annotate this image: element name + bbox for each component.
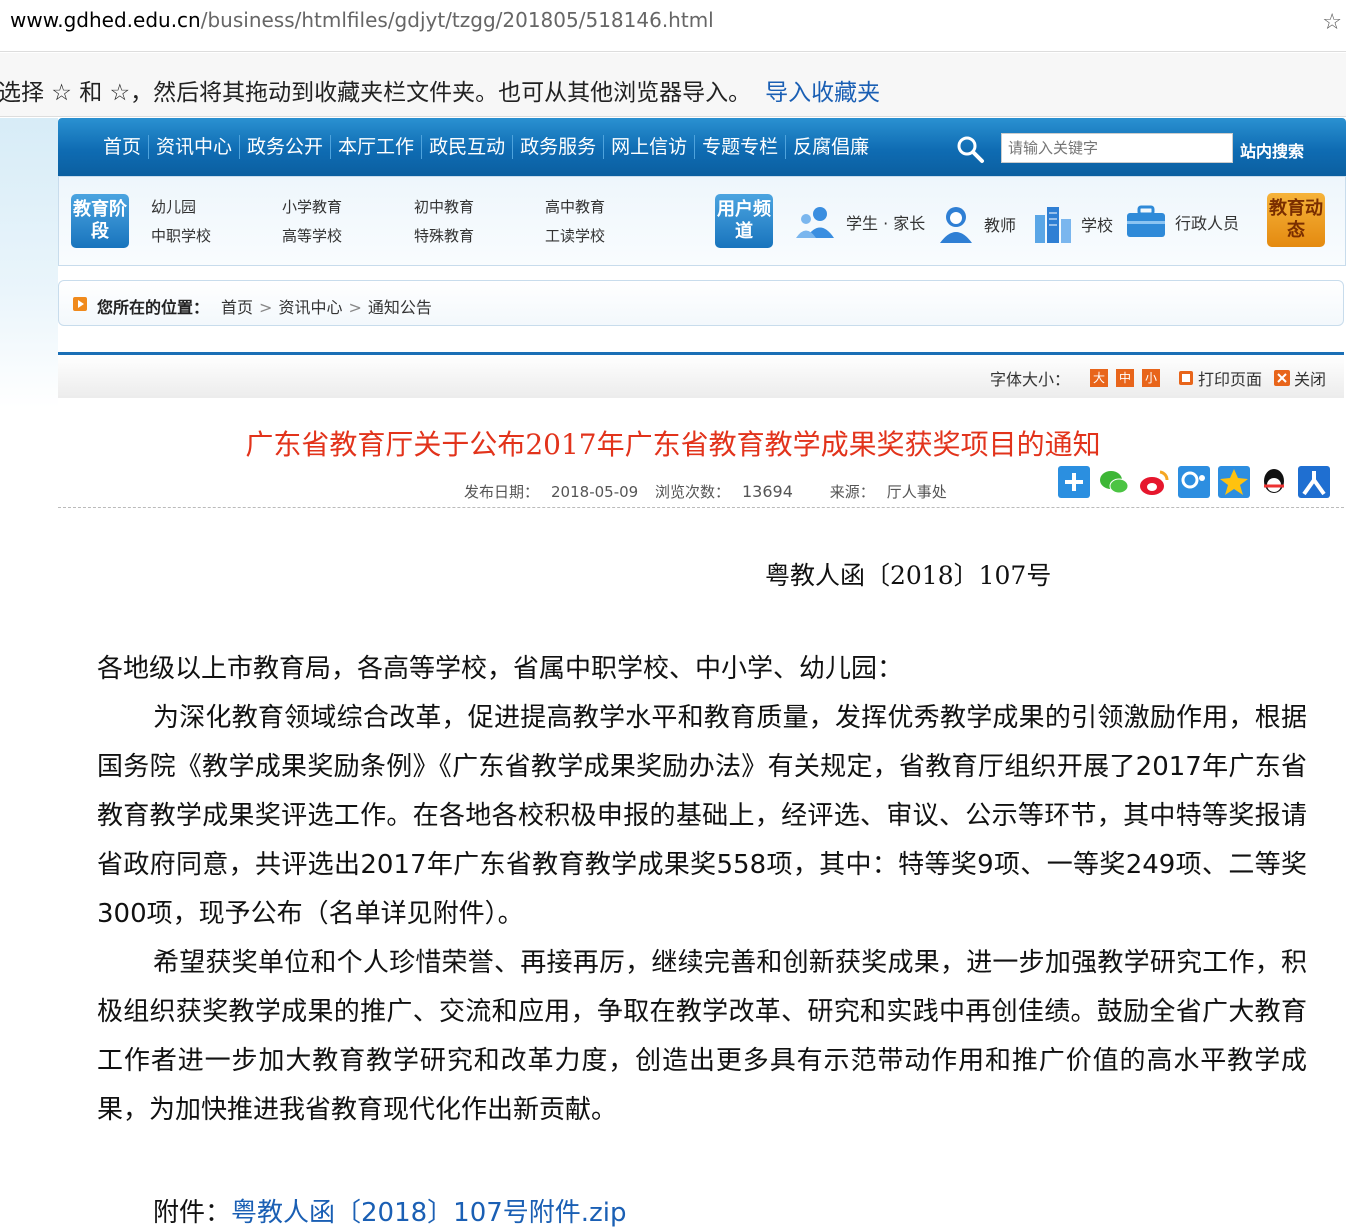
nav-item-open-affairs[interactable]: 政务公开 — [240, 135, 332, 159]
font-size-label: 字体大小： — [989, 370, 1070, 389]
education-stage-badge: 教育阶段 — [71, 194, 129, 248]
nav-item-anticorruption[interactable]: 反腐倡廉 — [786, 135, 876, 159]
font-small-button[interactable]: 小 — [1141, 369, 1160, 387]
add-favorite-icon[interactable]: ☆ — [1322, 10, 1342, 35]
close-icon — [1273, 370, 1290, 386]
tencent-weibo-icon[interactable] — [1178, 466, 1210, 498]
favorites-hint: 选择 ☆ 和 ☆，然后将其拖动到收藏夹栏文件夹。也可从其他浏览器导入。 导入收藏夹 — [0, 73, 880, 107]
weibo-icon[interactable] — [1138, 466, 1170, 498]
channel-teacher[interactable]: 教师 — [936, 205, 1016, 243]
views-label: 浏览次数： — [654, 483, 730, 501]
paragraph-2: 希望获奖单位和个人珍惜荣誉、再接再厉，继续完善和创新获奖成果，进一步加强教学研究… — [97, 948, 1307, 1125]
stage-link-junior[interactable]: 初中教育 — [414, 196, 474, 217]
stage-link-special[interactable]: 特殊教育 — [414, 225, 474, 246]
stage-link-senior[interactable]: 高中教育 — [545, 196, 605, 217]
nav-items: 首页 资讯中心 政务公开 本厅工作 政民互动 政务服务 网上信访 专题专栏 反腐… — [96, 135, 876, 159]
url-text[interactable]: www.gdhed.edu.cn/business/htmlfiles/gdjy… — [10, 8, 714, 32]
channel-admin-label: 行政人员 — [1175, 214, 1240, 233]
attachment-link[interactable]: 粤教人函〔2018〕107号附件.zip — [231, 1198, 626, 1228]
breadcrumb-separator-icon: > — [259, 298, 273, 317]
article-title: 广东省教育厅关于公布2017年广东省教育教学成果奖获奖项目的通知 — [245, 428, 1101, 461]
breadcrumb-notices[interactable]: 通知公告 — [368, 298, 432, 317]
views-count: 13694 — [742, 482, 793, 501]
close-button[interactable]: 关闭 — [1294, 366, 1326, 390]
share-bar — [1058, 466, 1338, 498]
teacher-icon — [940, 207, 972, 243]
school-building-icon — [1035, 207, 1071, 243]
channel-admin[interactable]: 行政人员 — [1125, 205, 1239, 239]
document-number: 粤教人函〔2018〕107号 — [765, 561, 1052, 590]
article-toolbar: 字体大小： 大 中 小 打印页面 关闭 — [58, 352, 1344, 398]
qzone-icon[interactable] — [1218, 466, 1250, 498]
address-bar[interactable]: www.gdhed.edu.cn/business/htmlfiles/gdjy… — [0, 0, 1346, 52]
favorites-hint-bar: 选择 ☆ 和 ☆，然后将其拖动到收藏夹栏文件夹。也可从其他浏览器导入。 导入收藏夹 — [0, 53, 1346, 117]
briefcase-icon — [1127, 205, 1165, 237]
breadcrumb-label: 您所在的位置： — [97, 298, 210, 317]
article-body: 各地级以上市教育局，各高等学校，省属中职学校、中小学、幼儿园： 为深化教育领域综… — [97, 645, 1307, 1135]
share-more-icon[interactable] — [1058, 466, 1090, 498]
print-icon — [1178, 371, 1193, 385]
nav-item-interaction[interactable]: 政民互动 — [422, 135, 514, 159]
user-channel-badge: 用户频道 — [715, 194, 773, 248]
renren-icon[interactable] — [1298, 466, 1330, 498]
publish-label: 发布日期： — [464, 483, 540, 501]
channel-school[interactable]: 学校 — [1031, 205, 1113, 243]
breadcrumb: 您所在的位置： 首页 > 资讯中心 > 通知公告 — [58, 280, 1344, 326]
search-input[interactable] — [1001, 133, 1233, 163]
stage-link-primary[interactable]: 小学教育 — [282, 196, 342, 217]
favorites-hint-text: 选择 ☆ 和 ☆，然后将其拖动到收藏夹栏文件夹。也可从其他浏览器导入。 — [0, 80, 752, 106]
nav-item-news[interactable]: 资讯中心 — [149, 135, 241, 159]
wechat-icon[interactable] — [1098, 466, 1130, 498]
channel-school-label: 学校 — [1081, 216, 1114, 235]
stage-link-vocational[interactable]: 中职学校 — [151, 225, 211, 246]
nav-item-office-work[interactable]: 本厅工作 — [331, 135, 423, 159]
publish-date: 2018-05-09 — [551, 483, 639, 501]
url-path: /business/htmlfiles/gdjyt/tzgg/201805/51… — [200, 8, 714, 32]
qq-icon[interactable] — [1258, 466, 1290, 498]
url-host: www.gdhed.edu.cn — [10, 8, 201, 32]
attachment-label: 附件： — [153, 1198, 232, 1228]
nav-item-topics[interactable]: 专题专栏 — [695, 135, 787, 159]
stage-link-workstudy[interactable]: 工读学校 — [545, 225, 605, 246]
article-meta: 发布日期： 2018-05-09 浏览次数： 13694 来源： 厅人事处 — [464, 481, 959, 502]
stage-link-kindergarten[interactable]: 幼儿园 — [151, 196, 196, 217]
nav-item-home[interactable]: 首页 — [96, 135, 150, 159]
attachment: 附件：粤教人函〔2018〕107号附件.zip — [153, 1192, 626, 1229]
nav-item-services[interactable]: 政务服务 — [513, 135, 605, 159]
breadcrumb-separator-icon: > — [348, 298, 362, 317]
print-button[interactable]: 打印页面 — [1198, 366, 1262, 390]
education-news-badge[interactable]: 教育动态 — [1267, 193, 1325, 247]
paragraph-1: 为深化教育领域综合改革，促进提高教学水平和教育质量，发挥优秀教学成果的引领激励作… — [97, 703, 1307, 929]
nav-item-petition[interactable]: 网上信访 — [604, 135, 696, 159]
student-parent-icon — [796, 207, 834, 238]
main-nav: 首页 资讯中心 政务公开 本厅工作 政民互动 政务服务 网上信访 专题专栏 反腐… — [58, 118, 1346, 176]
stage-link-higher[interactable]: 高等学校 — [282, 225, 342, 246]
breadcrumb-arrow-icon — [73, 297, 87, 311]
source-value: 厅人事处 — [886, 483, 947, 501]
font-medium-button[interactable]: 中 — [1115, 369, 1134, 387]
quick-panel: 教育阶段 幼儿园 小学教育 初中教育 高中教育 中职学校 高等学校 特殊教育 工… — [58, 176, 1346, 266]
channel-student-parent-label: 学生 · 家长 — [846, 214, 926, 233]
source-label: 来源： — [829, 483, 875, 501]
search-icon[interactable] — [955, 134, 985, 164]
channel-student-parent[interactable]: 学生 · 家长 — [794, 205, 925, 239]
channel-teacher-label: 教师 — [984, 216, 1017, 235]
font-large-button[interactable]: 大 — [1089, 369, 1108, 387]
breadcrumb-home[interactable]: 首页 — [221, 298, 253, 317]
title-divider — [58, 507, 1344, 508]
import-favorites-link[interactable]: 导入收藏夹 — [765, 80, 880, 106]
salutation: 各地级以上市教育局，各高等学校，省属中职学校、中小学、幼儿园： — [97, 654, 904, 684]
search-button[interactable]: 站内搜索 — [1240, 138, 1304, 162]
sky-decoration — [0, 118, 58, 408]
breadcrumb-news[interactable]: 资讯中心 — [278, 298, 342, 317]
